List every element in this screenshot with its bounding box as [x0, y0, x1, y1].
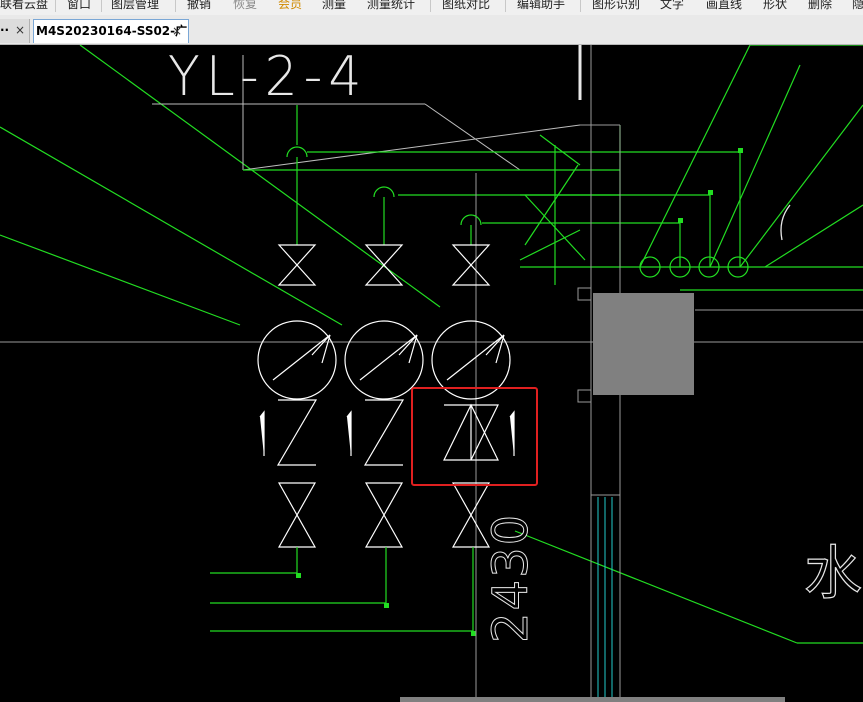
branch-pipes: [210, 105, 473, 632]
menu-shape-recognition[interactable]: 图形识别: [592, 0, 640, 12]
cyan-riser-lines: [597, 497, 613, 702]
cad-drawing-svg: [0, 45, 863, 702]
menu-text[interactable]: 文字: [660, 0, 684, 12]
menu-separator: [430, 0, 431, 12]
pipe-label-text[interactable]: YL-2-4: [168, 48, 368, 107]
tab-previous-close-icon[interactable]: ×: [15, 19, 25, 41]
diagonal-guide-lines: [0, 45, 863, 644]
menu-undo[interactable]: 撤销: [187, 0, 211, 12]
document-tab-bar: ·· × M4S20230164-SS02-广· ×: [0, 15, 863, 45]
menu-separator: [580, 0, 581, 12]
menu-delete[interactable]: 删除: [808, 0, 832, 12]
tab-active-close-icon[interactable]: ×: [172, 20, 182, 42]
menu-bar: 联看云盘 窗口 图层管理 撤销 恢复 会员 测量 测量统计 图纸对比 编辑助手 …: [0, 0, 863, 15]
menu-drawing-compare[interactable]: 图纸对比: [442, 0, 490, 12]
riser-frame: [0, 45, 863, 702]
menu-window[interactable]: 窗口: [67, 0, 91, 12]
menu-separator: [101, 0, 102, 12]
menu-hide[interactable]: 隐: [852, 0, 863, 12]
menu-measure-stats[interactable]: 测量统计: [367, 0, 415, 12]
menu-separator: [55, 0, 56, 12]
tab-previous-label: ··: [0, 23, 10, 37]
menu-shape[interactable]: 形状: [763, 0, 787, 12]
equipment-block[interactable]: [593, 293, 694, 395]
cad-drawing-canvas[interactable]: YL-2-4 2430 水: [0, 45, 863, 702]
dimension-label-text[interactable]: 2430: [483, 512, 540, 643]
floor-slab: [400, 697, 785, 702]
tab-previous-document[interactable]: ·· ×: [0, 19, 30, 43]
menu-measure[interactable]: 测量: [322, 0, 346, 12]
tab-active-document[interactable]: M4S20230164-SS02-广· ×: [33, 19, 189, 43]
menu-cloud-disk[interactable]: 联看云盘: [0, 0, 48, 12]
highlight-box[interactable]: [411, 387, 538, 486]
meter-assembly-1: [257, 146, 337, 575]
menu-vip[interactable]: 会员: [278, 0, 302, 12]
menu-separator: [505, 0, 506, 12]
menu-draw-line[interactable]: 画直线: [706, 0, 742, 12]
menu-redo[interactable]: 恢复: [233, 0, 257, 12]
menu-layer-manager[interactable]: 图层管理: [111, 0, 159, 12]
menu-edit-assistant[interactable]: 编辑助手: [517, 0, 565, 12]
menu-separator: [175, 0, 176, 12]
partial-text-label[interactable]: 水: [803, 542, 862, 603]
tab-active-label: M4S20230164-SS02-广·: [36, 24, 188, 38]
